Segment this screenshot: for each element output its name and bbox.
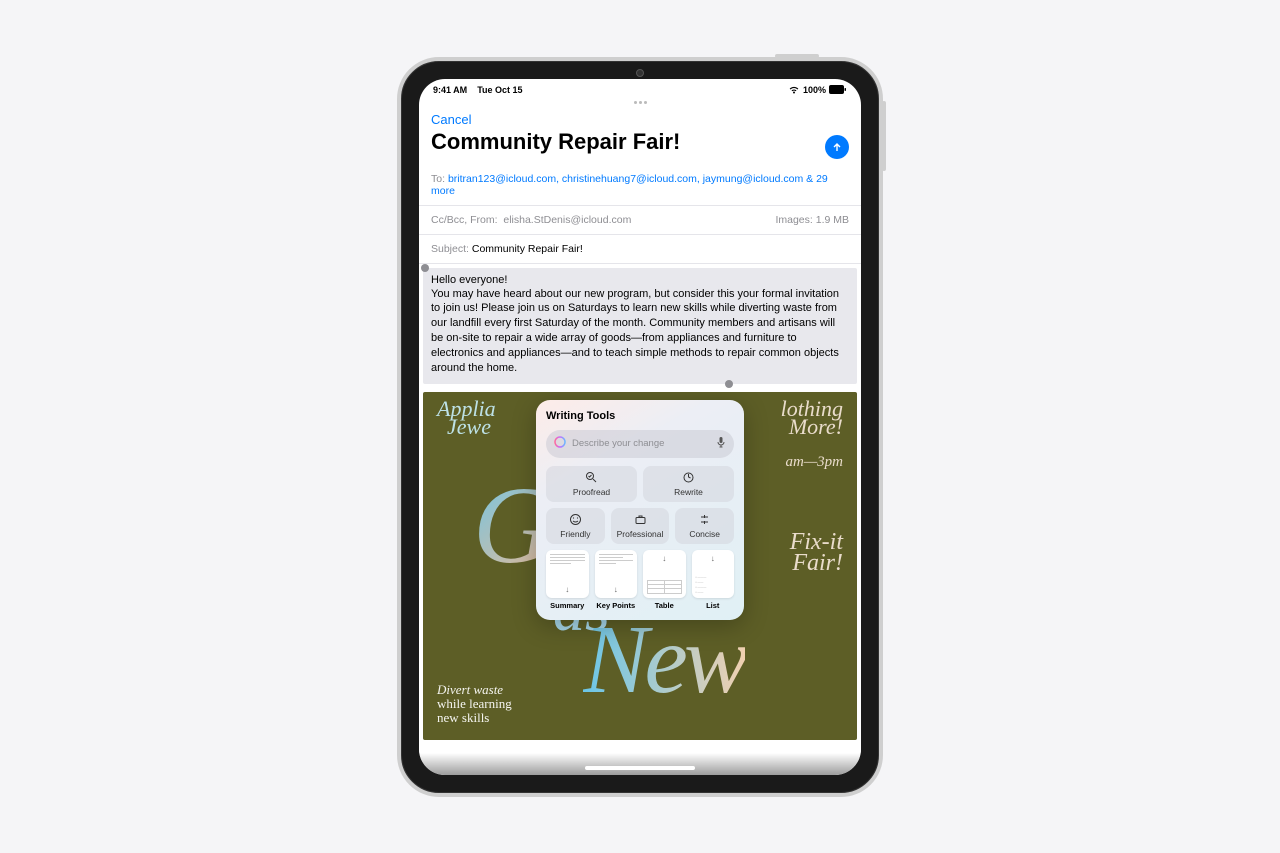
cc-from-field[interactable]: Cc/Bcc, From: elisha.StDenis@icloud.com … xyxy=(419,206,861,235)
subject-value: Community Repair Fair! xyxy=(472,243,583,255)
statusbar-left: 9:41 AM Tue Oct 15 xyxy=(433,85,523,95)
briefcase-icon xyxy=(634,513,647,526)
rewrite-icon xyxy=(682,471,695,484)
arrow-up-icon xyxy=(831,141,843,153)
keypoints-option[interactable]: ↓ Key Points xyxy=(595,550,638,611)
arrow-down-icon: ↓ xyxy=(711,554,715,563)
to-label: To: xyxy=(431,173,445,185)
arrow-down-icon: ↓ xyxy=(614,585,618,594)
rewrite-button[interactable]: Rewrite xyxy=(643,466,734,502)
summary-thumbnail: ↓ xyxy=(546,550,589,599)
bottom-fade xyxy=(419,753,861,775)
professional-button[interactable]: Professional xyxy=(611,508,670,544)
magnifier-check-icon xyxy=(585,471,598,484)
status-battery-pct: 100% xyxy=(803,85,826,95)
compose-header: Cancel xyxy=(419,106,861,129)
subject-field[interactable]: Subject: Community Repair Fair! xyxy=(419,235,861,264)
summary-option[interactable]: ↓ Summary xyxy=(546,550,589,611)
table-option[interactable]: ↓ Table xyxy=(643,550,686,611)
list-thumbnail: ↓ • ———• ——• ———• —— xyxy=(692,550,735,599)
concise-icon xyxy=(698,513,711,526)
concise-button[interactable]: Concise xyxy=(675,508,734,544)
table-thumbnail: ↓ xyxy=(643,550,686,599)
battery-icon xyxy=(829,85,847,94)
to-field[interactable]: To: britran123@icloud.com, christinehuan… xyxy=(419,165,861,206)
status-date: Tue Oct 15 xyxy=(477,85,522,95)
ipad-screen: 9:41 AM Tue Oct 15 100% Cancel Community… xyxy=(419,79,861,775)
selected-text-block[interactable]: Hello everyone! You may have heard about… xyxy=(423,268,857,384)
images-size: 1.9 MB xyxy=(816,214,849,226)
subject-label: Subject: xyxy=(431,243,469,255)
flyer-time: am—3pm xyxy=(785,454,843,471)
wifi-icon xyxy=(788,85,800,94)
power-button xyxy=(775,54,819,58)
compose-body[interactable]: Hello everyone! You may have heard about… xyxy=(419,264,861,775)
describe-change-input[interactable]: Describe your change xyxy=(546,430,734,458)
flyer-top-left: AppliaJewe xyxy=(437,400,496,437)
home-indicator[interactable] xyxy=(585,766,695,770)
body-greeting: Hello everyone! xyxy=(431,274,849,286)
keypoints-thumbnail: ↓ xyxy=(595,550,638,599)
flyer-top-right: lothingMore! xyxy=(781,400,843,437)
friendly-button[interactable]: Friendly xyxy=(546,508,605,544)
writing-tools-panel: Writing Tools Describe your change xyxy=(536,400,744,621)
proofread-button[interactable]: Proofread xyxy=(546,466,637,502)
compose-title: Community Repair Fair! xyxy=(419,129,692,165)
selection-handle-start[interactable] xyxy=(421,264,429,272)
flyer-fixit: Fix-itFair! xyxy=(790,532,843,575)
writing-tools-title: Writing Tools xyxy=(546,410,734,422)
arrow-down-icon: ↓ xyxy=(662,554,666,563)
flyer-tagline: Divert waste while learning new skills xyxy=(437,683,512,726)
from-address: elisha.StDenis@icloud.com xyxy=(503,214,631,226)
status-time: 9:41 AM xyxy=(433,85,467,95)
send-button[interactable] xyxy=(825,135,849,159)
sparkle-icon xyxy=(554,435,566,453)
microphone-icon[interactable] xyxy=(716,435,726,453)
body-paragraph: You may have heard about our new program… xyxy=(431,287,849,376)
volume-buttons xyxy=(882,101,886,171)
front-camera xyxy=(636,69,644,77)
images-label: Images: xyxy=(775,214,812,226)
list-option[interactable]: ↓ • ———• ——• ———• —— List xyxy=(692,550,735,611)
smile-icon xyxy=(569,513,582,526)
statusbar-right: 100% xyxy=(788,85,847,95)
ipad-device-frame: 9:41 AM Tue Oct 15 100% Cancel Community… xyxy=(397,57,883,797)
sheet-grabber[interactable] xyxy=(419,97,861,106)
selection-handle-end[interactable] xyxy=(725,380,733,388)
arrow-down-icon: ↓ xyxy=(565,585,569,594)
to-recipients[interactable]: britran123@icloud.com, christinehuang7@i… xyxy=(431,173,828,197)
status-bar: 9:41 AM Tue Oct 15 100% xyxy=(419,79,861,97)
cc-label: Cc/Bcc, From: xyxy=(431,214,498,226)
cancel-button[interactable]: Cancel xyxy=(431,112,471,127)
flyer-image: AppliaJewe lothingMore! am—3pm Fix-itFai… xyxy=(423,392,857,740)
describe-placeholder: Describe your change xyxy=(572,438,710,449)
